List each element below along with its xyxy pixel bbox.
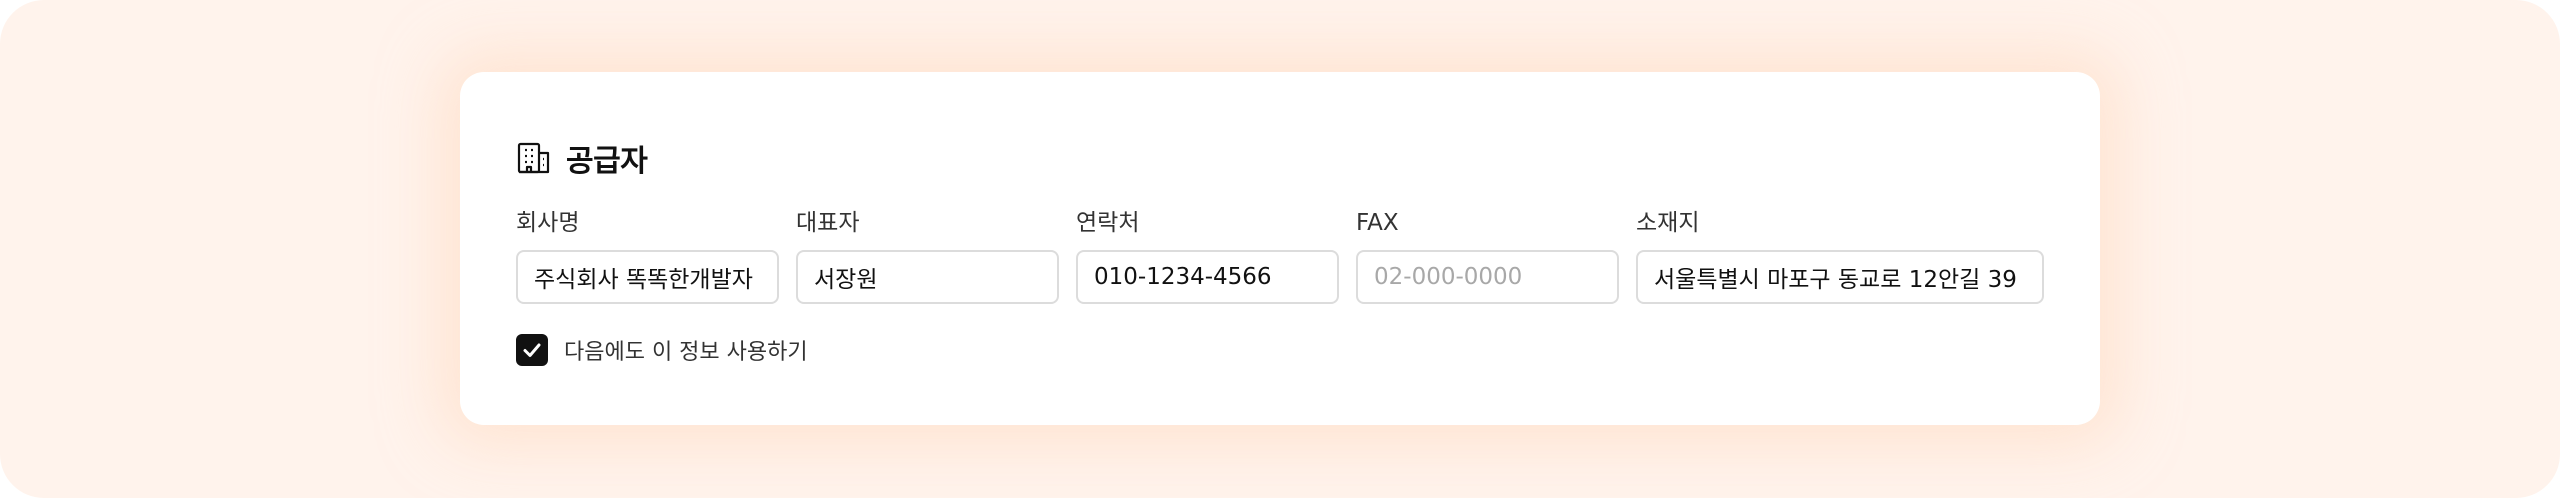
remember-label: 다음에도 이 정보 사용하기 bbox=[564, 340, 808, 365]
card-header: 공급자 bbox=[516, 136, 648, 180]
fax-label: FAX bbox=[1356, 210, 1399, 236]
company-label: 회사명 bbox=[516, 210, 580, 236]
address-field: 소재지 bbox=[1636, 208, 2044, 304]
company-field: 회사명 bbox=[516, 208, 779, 304]
contact-field: 연락처 bbox=[1076, 208, 1339, 304]
card-title: 공급자 bbox=[566, 144, 648, 179]
remember-row: 다음에도 이 정보 사용하기 bbox=[516, 334, 808, 366]
fax-input[interactable] bbox=[1356, 250, 1619, 304]
remember-checkbox[interactable] bbox=[516, 334, 548, 366]
contact-label: 연락처 bbox=[1076, 210, 1140, 236]
representative-input[interactable] bbox=[796, 250, 1059, 304]
building-icon bbox=[516, 140, 552, 176]
representative-label: 대표자 bbox=[796, 210, 860, 236]
address-label: 소재지 bbox=[1636, 210, 1700, 236]
contact-input[interactable] bbox=[1076, 250, 1339, 304]
company-input[interactable] bbox=[516, 250, 779, 304]
representative-field: 대표자 bbox=[796, 208, 1059, 304]
page-backdrop: 공급자 회사명 대표자 연락처 FAX 소재지 bbox=[0, 0, 2560, 498]
supplier-card: 공급자 회사명 대표자 연락처 FAX 소재지 bbox=[460, 72, 2100, 425]
checkmark-icon bbox=[523, 343, 541, 357]
fax-field: FAX bbox=[1356, 208, 1619, 304]
address-input[interactable] bbox=[1636, 250, 2044, 304]
